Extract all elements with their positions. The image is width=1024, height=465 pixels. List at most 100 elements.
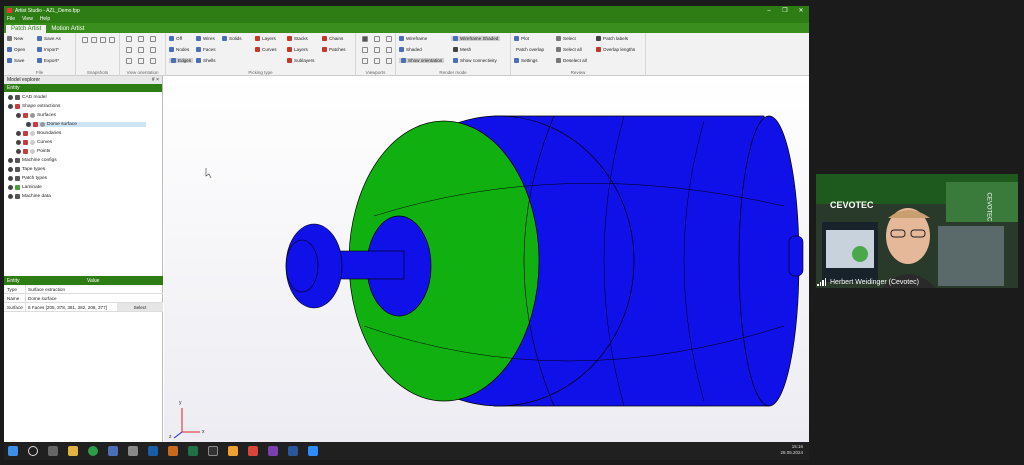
pick-sublayers-button[interactable]: Sublayers: [287, 58, 314, 63]
tree-item-points[interactable]: Points: [16, 149, 50, 154]
system-clock[interactable]: 15:16 28.05.2024: [780, 444, 803, 456]
tab-patch-artist[interactable]: Patch Artist: [6, 25, 47, 33]
new-button[interactable]: New: [7, 36, 23, 41]
chrome-icon[interactable]: [88, 446, 98, 456]
save-as-button[interactable]: Save As: [37, 36, 61, 41]
import-button[interactable]: Import*: [37, 47, 59, 52]
tree-item-machine-configs[interactable]: Machine configs: [8, 158, 57, 163]
visibility-eye-icon[interactable]: [30, 113, 35, 118]
render-mesh-button[interactable]: Mesh: [453, 47, 471, 52]
pan-icon[interactable]: [138, 47, 144, 53]
pick-nodes-button[interactable]: Nodes: [169, 47, 189, 52]
onenote-icon[interactable]: [268, 446, 278, 456]
tree-item-boundaries[interactable]: Boundaries: [16, 131, 61, 136]
expand-icon[interactable]: [8, 194, 13, 199]
3d-viewport[interactable]: y x z: [164, 76, 809, 442]
panel-pin-close-icon[interactable]: # ×: [152, 77, 159, 83]
settings-button[interactable]: Settings: [514, 58, 538, 63]
pick-wires-button[interactable]: Wires: [196, 36, 215, 41]
patch-labels-button[interactable]: Patch labels: [596, 36, 628, 41]
flip-icon[interactable]: [126, 47, 132, 53]
tab-motion-artist[interactable]: Motion Artist: [46, 25, 89, 33]
select-faces-button[interactable]: Select: [117, 303, 163, 311]
expand-icon[interactable]: [8, 104, 13, 109]
overlap-lengths-button[interactable]: Overlap lengths: [596, 47, 635, 52]
open-button[interactable]: Open: [7, 47, 25, 52]
expand-icon[interactable]: [8, 95, 13, 100]
viewport-left-icon[interactable]: [362, 58, 368, 64]
save-button[interactable]: Save: [7, 58, 24, 63]
zoom-fit-icon[interactable]: [150, 36, 156, 42]
pick-faces-button[interactable]: Faces: [196, 47, 216, 52]
select-button[interactable]: Select: [556, 36, 576, 41]
pick-chains-button[interactable]: Chains: [322, 36, 343, 41]
expand-icon[interactable]: [16, 149, 21, 154]
app-icon[interactable]: [228, 446, 238, 456]
viewport-right-icon[interactable]: [374, 58, 380, 64]
viewport-split-h-icon[interactable]: [374, 36, 380, 42]
render-wireframe-shaded-button[interactable]: Wireframe Shaded: [451, 36, 501, 41]
viewport-single-icon[interactable]: [362, 36, 368, 42]
start-icon[interactable]: [8, 446, 18, 456]
menu-file[interactable]: File: [7, 16, 15, 22]
tree-item-machine-data[interactable]: Machine data: [8, 194, 51, 199]
app-icon[interactable]: [128, 446, 138, 456]
zoom-icon[interactable]: [150, 47, 156, 53]
snapshot-settings-icon[interactable]: [100, 37, 106, 43]
expand-icon[interactable]: [16, 113, 21, 118]
rotate-cw-icon[interactable]: [138, 36, 144, 42]
close-icon[interactable]: ✕: [793, 7, 809, 14]
expand-icon[interactable]: [8, 158, 13, 163]
render-shaded-button[interactable]: Shaded: [399, 47, 422, 52]
minimize-icon[interactable]: –: [761, 8, 777, 14]
menu-view[interactable]: View: [22, 16, 33, 22]
maximize-icon[interactable]: ❐: [777, 7, 793, 14]
export-button[interactable]: Export*: [37, 58, 59, 63]
search-icon[interactable]: [28, 446, 38, 456]
select-all-button[interactable]: Select all: [556, 47, 582, 52]
pick-patches-button[interactable]: Patches: [322, 47, 346, 52]
pick-solids-button[interactable]: Solids: [222, 36, 242, 41]
expand-icon[interactable]: [8, 185, 13, 190]
tree-item-laminate[interactable]: Laminate: [8, 185, 42, 190]
viewport-triple-icon[interactable]: [374, 47, 380, 53]
viewport-split-v-icon[interactable]: [386, 36, 392, 42]
pick-stacks-button[interactable]: Stacks: [287, 36, 308, 41]
expand-icon[interactable]: [16, 131, 21, 136]
expand-icon[interactable]: [16, 140, 21, 145]
app-icon[interactable]: [108, 446, 118, 456]
pick-layers2-button[interactable]: Layers: [287, 47, 308, 52]
powerpoint-icon[interactable]: [248, 446, 258, 456]
task-view-icon[interactable]: [48, 446, 58, 456]
snapshot-restore-icon[interactable]: [91, 37, 97, 43]
plot-button[interactable]: Plot: [514, 36, 529, 41]
view-front-icon[interactable]: [138, 58, 144, 64]
zoom-icon[interactable]: [308, 446, 318, 456]
pick-edges-button[interactable]: Edges: [169, 58, 194, 63]
deselect-all-button[interactable]: Deselect all: [556, 58, 587, 63]
rotate-ccw-icon[interactable]: [126, 36, 132, 42]
expand-icon[interactable]: [8, 176, 13, 181]
tree-item-shape-extractions[interactable]: Shape extractions: [8, 104, 60, 109]
tree-item-surfaces[interactable]: Surfaces: [16, 113, 56, 118]
property-value[interactable]: Dome surface: [26, 296, 163, 301]
file-explorer-icon[interactable]: [68, 446, 78, 456]
excel-icon[interactable]: [188, 446, 198, 456]
patch-overlap-button[interactable]: Patch overlap: [516, 47, 544, 52]
show-orientation-button[interactable]: Show orientation: [399, 58, 445, 63]
viewport-quad-icon[interactable]: [362, 47, 368, 53]
tree-item-cad-model[interactable]: CAD model: [8, 95, 47, 100]
expand-icon[interactable]: [8, 167, 13, 172]
view-left-icon[interactable]: [126, 58, 132, 64]
viewport-play-icon[interactable]: [386, 47, 392, 53]
tree-item-dome-surface[interactable]: Dome surface: [26, 122, 146, 127]
pick-layers-button[interactable]: Layers: [255, 36, 276, 41]
menu-help[interactable]: Help: [40, 16, 50, 22]
pick-shells-button[interactable]: Shells: [196, 58, 216, 63]
word-icon[interactable]: [288, 446, 298, 456]
snapshot-delete-icon[interactable]: [109, 37, 115, 43]
visibility-eye-off-icon[interactable]: [30, 131, 35, 136]
pick-curves-button[interactable]: Curves: [255, 47, 277, 52]
pick-off-button[interactable]: Off: [169, 36, 182, 41]
tree-item-patch-types[interactable]: Patch types: [8, 176, 47, 181]
